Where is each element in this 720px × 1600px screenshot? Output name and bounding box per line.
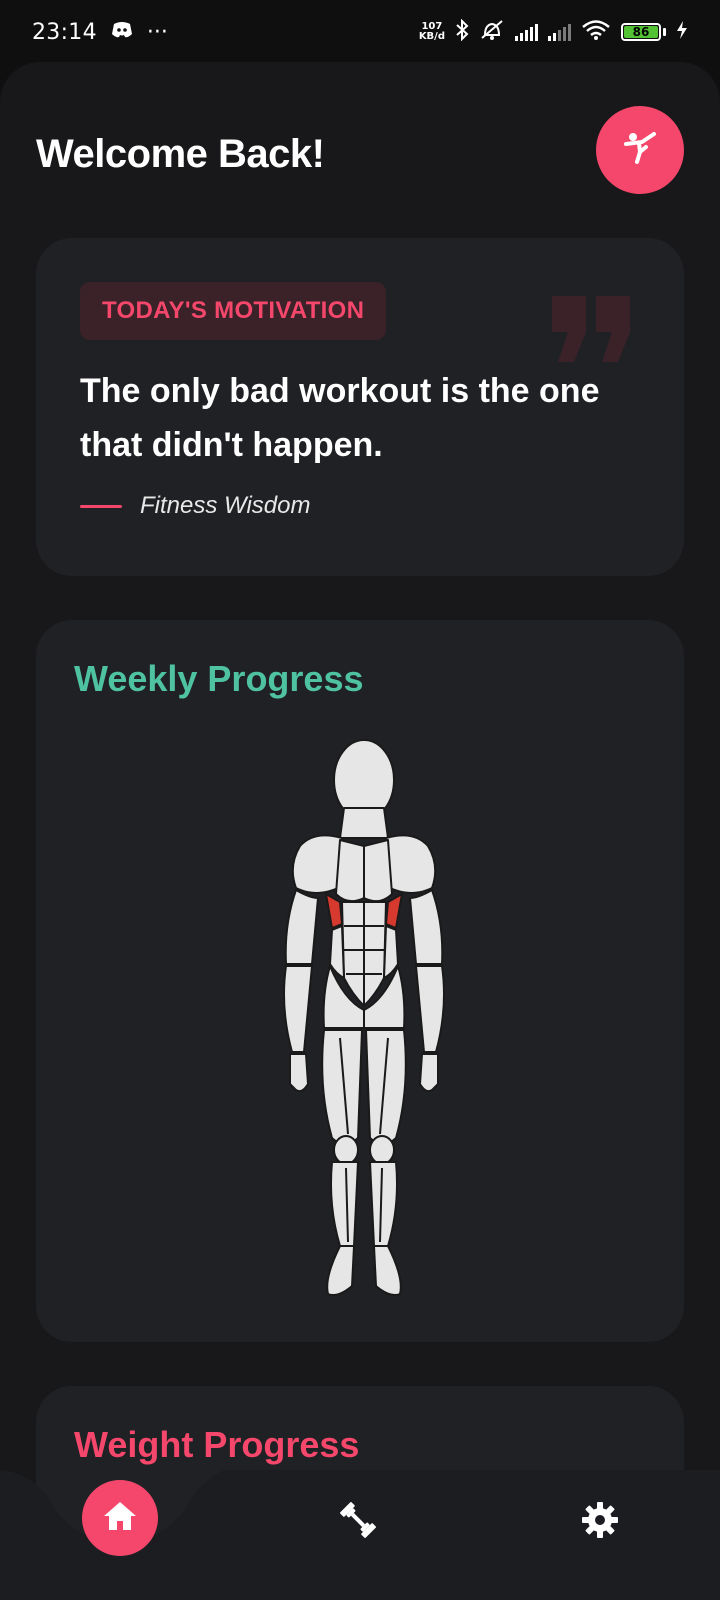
home-icon	[102, 1499, 138, 1537]
body-muscle-map	[248, 738, 480, 1308]
net-speed: 107 KB/d	[418, 21, 445, 42]
right-bicep	[409, 889, 444, 965]
left-bicep	[284, 889, 319, 965]
left-foot	[326, 1245, 355, 1296]
right-deltoid	[385, 834, 437, 894]
bluetooth-icon	[455, 18, 469, 45]
weight-progress-title: Weight Progress	[74, 1424, 360, 1465]
neck	[339, 807, 389, 839]
right-abs	[363, 901, 387, 1007]
main-panel: Welcome Back! TODAY'S MOTIVATION The onl…	[0, 62, 720, 1600]
quote-author-row: Fitness Wisdom	[80, 492, 310, 520]
more-indicator: ···	[146, 19, 168, 45]
status-right: 107 KB/d 86	[418, 18, 688, 45]
left-calf	[330, 1161, 359, 1247]
alarm-off-icon	[479, 19, 505, 45]
right-knee	[369, 1135, 395, 1165]
app-screen: 23:14 ··· 107 KB/d 86 Welcome Back! TODA…	[0, 0, 720, 1600]
wifi-icon	[581, 19, 611, 45]
right-hand	[419, 1053, 439, 1093]
quote-text: The only bad workout is the one that did…	[80, 372, 600, 464]
weekly-progress-title: Weekly Progress	[74, 658, 364, 699]
nav-settings-button[interactable]	[572, 1494, 628, 1550]
right-foot	[373, 1245, 402, 1296]
profile-button[interactable]	[596, 106, 684, 194]
status-time: 23:14	[32, 19, 97, 45]
status-left: 23:14 ···	[32, 20, 168, 45]
left-abs	[341, 901, 365, 1007]
left-pec	[335, 839, 365, 903]
discord-icon	[111, 20, 133, 45]
motivation-tag: TODAY'S MOTIVATION	[80, 282, 387, 340]
left-knee	[333, 1135, 359, 1165]
page-title: Welcome Back!	[36, 132, 325, 176]
left-quad	[321, 1029, 363, 1145]
right-forearm	[415, 965, 445, 1053]
signal-icon	[515, 23, 538, 41]
left-forearm	[283, 965, 313, 1053]
right-pec	[363, 839, 393, 903]
left-hand	[289, 1053, 309, 1093]
author-dash	[80, 504, 122, 508]
nav-home-button[interactable]	[82, 1480, 158, 1556]
battery-icon: 86	[621, 23, 666, 41]
right-calf	[369, 1161, 398, 1247]
martial-arts-kick-icon	[620, 128, 660, 172]
weekly-progress-card: Weekly Progress	[36, 620, 684, 1342]
charging-icon	[676, 20, 688, 44]
right-quad	[365, 1029, 407, 1145]
quote-mark-icon	[550, 294, 634, 368]
bottom-nav	[0, 1470, 720, 1600]
quote-author: Fitness Wisdom	[140, 492, 311, 519]
dumbbell-icon	[336, 1498, 380, 1546]
nav-workout-button[interactable]	[330, 1494, 386, 1550]
status-bar: 23:14 ··· 107 KB/d 86	[0, 0, 720, 64]
left-deltoid	[291, 834, 343, 894]
left-serratus	[325, 893, 343, 929]
gear-icon	[580, 1500, 620, 1544]
motivation-card: TODAY'S MOTIVATION The only bad workout …	[36, 238, 684, 576]
signal-icon	[548, 23, 571, 41]
right-serratus	[385, 893, 403, 929]
